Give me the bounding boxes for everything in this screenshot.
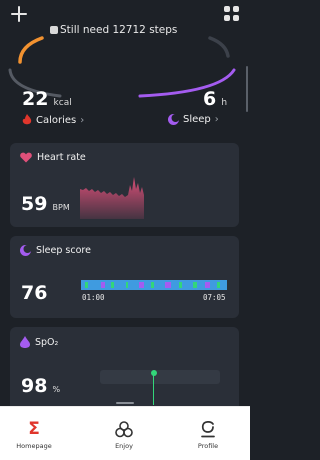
sleep-start-time: 01:00 (82, 293, 105, 302)
sleep-label: Sleep (183, 114, 211, 125)
tab-profile[interactable]: Profile (178, 421, 238, 450)
calories-value: 22 (22, 88, 49, 110)
sleep-score-header: Sleep score (20, 245, 91, 256)
sleep-score-card[interactable]: Sleep score 76 01:00 07:05 (10, 236, 239, 318)
heart-rate-header: Heart rate (20, 152, 86, 163)
steps-arc (18, 36, 44, 64)
heart-rate-value: 59 (21, 193, 48, 215)
heart-rate-graph (80, 177, 144, 219)
spo2-unit: % (52, 385, 61, 394)
steps-arc-track (208, 36, 230, 58)
sleep-value: 6 (203, 88, 217, 110)
sigma-icon: Σ (28, 419, 40, 439)
spo2-title: SpO₂ (35, 336, 59, 348)
moon-icon (168, 114, 179, 125)
sleep-score-value: 76 (21, 282, 48, 304)
sleep-unit: h (221, 98, 228, 108)
spo2-bar (100, 370, 220, 384)
tab-homepage-label: Homepage (16, 442, 52, 450)
moon-icon (20, 245, 31, 256)
heart-rate-reading: 59 BPM (21, 193, 70, 215)
heart-rate-card[interactable]: Heart rate 59 BPM (10, 143, 239, 227)
sleep-score-title: Sleep score (36, 245, 91, 256)
spo2-value: 98 (21, 375, 48, 397)
tab-homepage[interactable]: Σ Homepage (4, 419, 64, 451)
drag-handle[interactable] (116, 402, 134, 404)
sleep-link[interactable]: Sleep › (168, 114, 219, 125)
spo2-marker-dot (151, 370, 157, 376)
profile-icon (201, 421, 215, 438)
tab-enjoy[interactable]: Enjoy (94, 421, 154, 450)
flame-icon (22, 114, 32, 125)
enjoy-icon (115, 421, 133, 438)
sleep-stat[interactable]: 6 h (203, 88, 227, 110)
spo2-header: SpO₂ (20, 336, 58, 348)
heart-rate-unit: BPM (52, 203, 70, 212)
chevron-right-icon: › (80, 114, 85, 126)
spo2-reading: 98 % (21, 375, 60, 397)
scrollbar[interactable] (246, 66, 248, 112)
calories-stat[interactable]: 22 kcal (22, 88, 72, 110)
steps-remaining: Still need 12712 steps (60, 24, 178, 36)
shoe-icon (50, 26, 58, 34)
activity-ring[interactable] (0, 0, 250, 100)
sleep-end-time: 07:05 (203, 293, 226, 302)
sleep-stages-bar (81, 280, 227, 290)
tab-profile-label: Profile (197, 442, 219, 450)
chevron-right-icon: › (214, 114, 219, 125)
heart-rate-title: Heart rate (37, 152, 86, 163)
calories-label: Calories (36, 114, 77, 126)
spo2-marker-line (153, 373, 154, 405)
heart-icon (20, 152, 32, 163)
calories-link[interactable]: Calories › (22, 114, 84, 126)
bottom-tab-bar: Σ Homepage Enjoy Profile (0, 406, 250, 460)
drop-icon (20, 336, 30, 348)
calories-unit: kcal (53, 98, 72, 108)
tab-enjoy-label: Enjoy (115, 442, 133, 450)
sleep-score-reading: 76 (21, 282, 47, 304)
